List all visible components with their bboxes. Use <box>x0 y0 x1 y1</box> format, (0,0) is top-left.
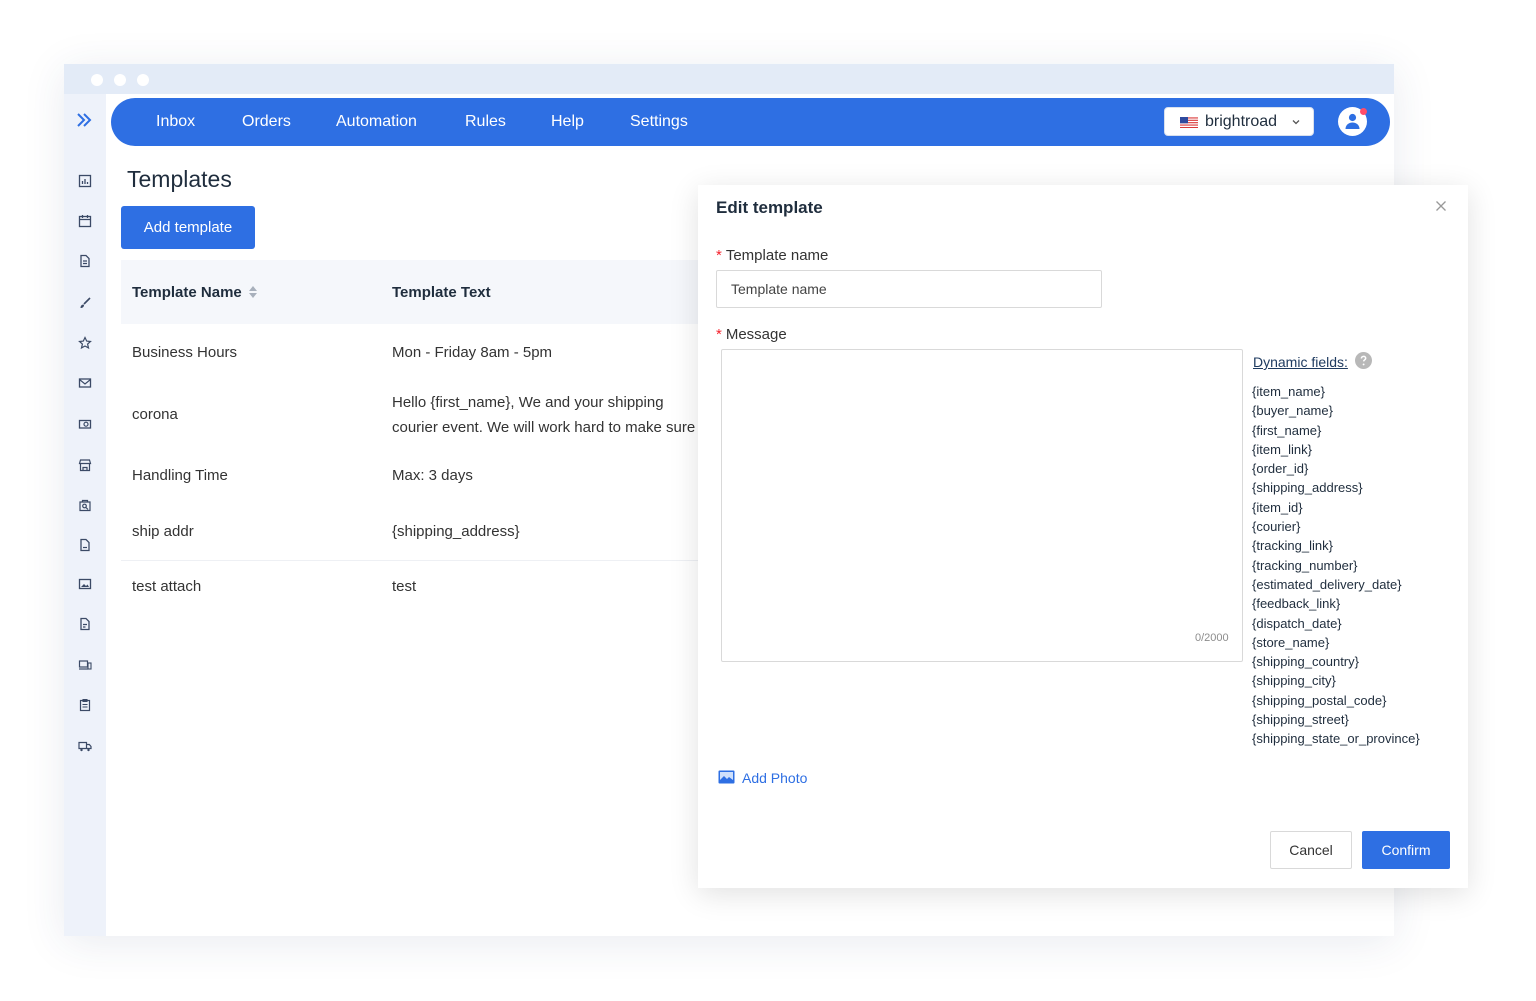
file-icon[interactable] <box>78 538 92 552</box>
window-dot[interactable] <box>114 74 126 86</box>
bag-search-icon[interactable] <box>78 498 92 512</box>
sidebar <box>64 94 106 936</box>
edit-template-modal: Edit template *Template name *Message 0/… <box>698 185 1468 888</box>
message-textarea[interactable] <box>721 349 1243 662</box>
character-counter: 0/2000 <box>1195 632 1229 644</box>
dynamic-fields-title: Dynamic fields: <box>1253 354 1348 370</box>
page-title: Templates <box>127 166 232 192</box>
mail-icon[interactable] <box>78 376 92 390</box>
camera-icon[interactable] <box>78 417 92 431</box>
dynamic-field[interactable]: {first_name} <box>1252 421 1420 440</box>
store-selector[interactable]: brightroad <box>1164 107 1314 136</box>
user-avatar[interactable] <box>1338 107 1367 136</box>
dynamic-field[interactable]: {item_name} <box>1252 382 1420 401</box>
nav-automation[interactable]: Automation <box>336 112 417 132</box>
dynamic-field[interactable]: {order_id} <box>1252 459 1420 478</box>
dynamic-field[interactable]: {tracking_link} <box>1252 536 1420 555</box>
dynamic-field[interactable]: {item_link} <box>1252 440 1420 459</box>
nav-inbox[interactable]: Inbox <box>156 112 195 132</box>
top-navbar: Inbox Orders Automation Rules Help Setti… <box>111 98 1390 146</box>
window-dot[interactable] <box>137 74 149 86</box>
modal-title: Edit template <box>716 198 823 217</box>
dynamic-field[interactable]: {tracking_number} <box>1252 556 1420 575</box>
template-name-label: * Template name <box>716 247 829 264</box>
chart-icon[interactable] <box>78 174 92 188</box>
dynamic-field[interactable]: {shipping_postal_code} <box>1252 691 1420 710</box>
dynamic-field[interactable]: {shipping_state_or_province} <box>1252 729 1420 748</box>
dynamic-field[interactable]: {estimated_delivery_date} <box>1252 575 1420 594</box>
sort-icon[interactable] <box>248 284 258 300</box>
nav-rules[interactable]: Rules <box>465 112 506 132</box>
add-photo-label: Add Photo <box>742 770 808 786</box>
store-name: brightroad <box>1205 113 1278 130</box>
close-icon[interactable] <box>1435 200 1447 212</box>
template-text-cell: Mon - Friday 8am - 5pm <box>392 344 553 361</box>
dynamic-field[interactable]: {courier} <box>1252 517 1420 536</box>
template-name-cell[interactable]: corona <box>132 406 178 424</box>
help-icon[interactable] <box>1355 352 1372 369</box>
cancel-button[interactable]: Cancel <box>1270 831 1352 869</box>
message-label: * Message <box>716 326 787 343</box>
nav-help[interactable]: Help <box>551 112 584 132</box>
expand-sidebar-icon[interactable] <box>74 110 94 130</box>
dynamic-field[interactable]: {dispatch_date} <box>1252 614 1420 633</box>
chevron-down-icon <box>1292 120 1300 125</box>
file-text-icon[interactable] <box>78 617 92 631</box>
window-dot[interactable] <box>91 74 103 86</box>
template-name-cell[interactable]: ship addr <box>132 523 194 541</box>
document-icon[interactable] <box>78 254 92 268</box>
brush-icon[interactable] <box>78 296 92 310</box>
add-template-button[interactable]: Add template <box>121 206 255 249</box>
template-text-cell: Max: 3 days <box>392 467 473 484</box>
header-template-text: Template Text <box>392 284 491 301</box>
dynamic-field[interactable]: {shipping_street} <box>1252 710 1420 729</box>
nav-settings[interactable]: Settings <box>630 112 688 132</box>
us-flag-icon <box>1180 117 1198 129</box>
star-icon[interactable] <box>78 336 92 350</box>
table-header: Template Name Template Text <box>121 260 721 324</box>
photo-icon <box>718 770 735 784</box>
image-icon[interactable] <box>78 577 92 591</box>
calendar-icon[interactable] <box>78 214 92 228</box>
notification-dot <box>1360 108 1367 115</box>
row-divider <box>121 560 701 561</box>
nav-orders[interactable]: Orders <box>242 112 291 132</box>
template-text-cell: test <box>392 578 417 595</box>
dynamic-field[interactable]: {buyer_name} <box>1252 401 1420 420</box>
template-text-cell: Hello {first_name}, We and your shipping… <box>392 394 696 436</box>
devices-icon[interactable] <box>78 658 92 672</box>
dynamic-field[interactable]: {shipping_city} <box>1252 671 1420 690</box>
dynamic-field[interactable]: {store_name} <box>1252 633 1420 652</box>
window-titlebar <box>64 64 1394 94</box>
template-name-cell[interactable]: test attach <box>132 578 201 596</box>
template-text-clip: Hello {first_name}, We and your shipping… <box>392 390 700 442</box>
dynamic-field[interactable]: {item_id} <box>1252 498 1420 517</box>
truck-icon[interactable] <box>78 739 92 753</box>
dynamic-fields-list: {item_name} {buyer_name} {first_name} {i… <box>1252 382 1420 749</box>
template-name-input[interactable] <box>716 270 1102 308</box>
dynamic-field[interactable]: {feedback_link} <box>1252 594 1420 613</box>
store-icon[interactable] <box>78 458 92 472</box>
clipboard-icon[interactable] <box>78 698 92 712</box>
template-name-cell[interactable]: Handling Time <box>132 467 228 485</box>
template-text-cell: {shipping_address} <box>392 523 520 540</box>
confirm-button[interactable]: Confirm <box>1362 831 1450 869</box>
header-template-name[interactable]: Template Name <box>132 284 242 302</box>
dynamic-field[interactable]: {shipping_address} <box>1252 478 1420 497</box>
template-name-cell[interactable]: Business Hours <box>132 344 237 362</box>
user-icon <box>1345 113 1360 129</box>
dynamic-field[interactable]: {shipping_country} <box>1252 652 1420 671</box>
